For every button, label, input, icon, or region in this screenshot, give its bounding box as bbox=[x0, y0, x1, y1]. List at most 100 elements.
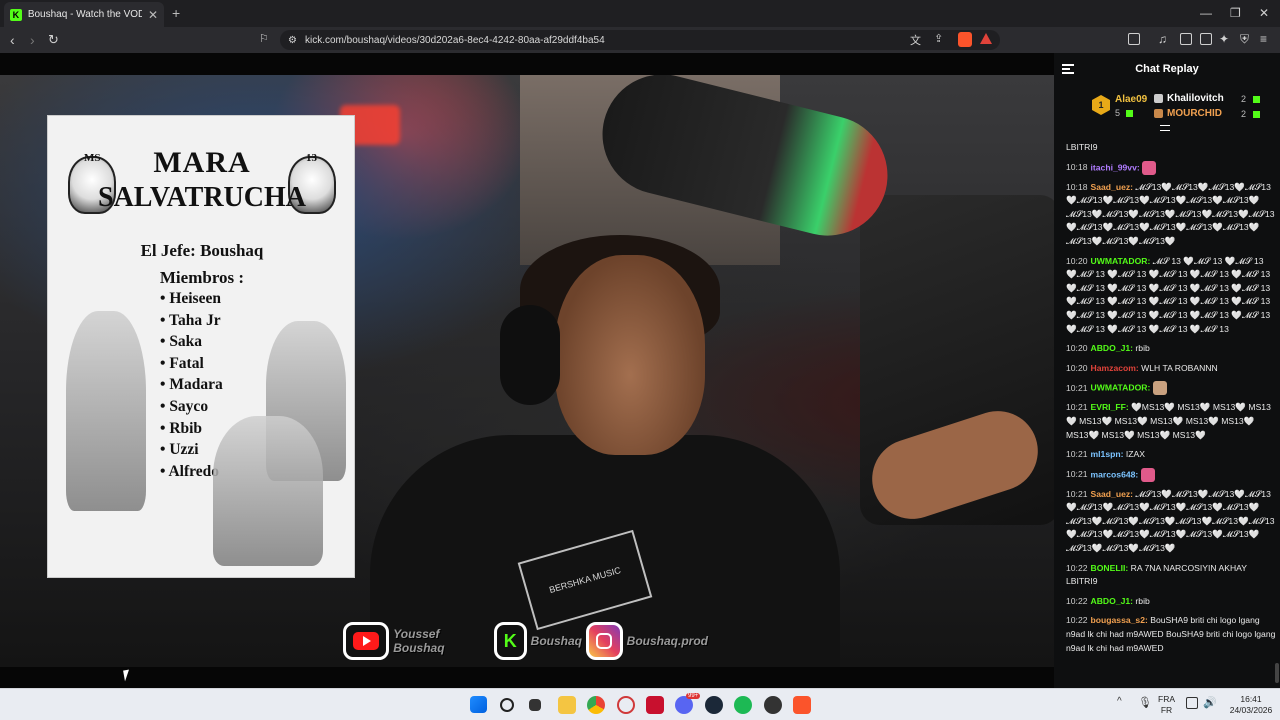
reload-icon[interactable]: ↻ bbox=[48, 32, 59, 48]
chat-title: Chat Replay bbox=[1135, 63, 1199, 75]
windows-start-icon[interactable] bbox=[470, 696, 487, 713]
leader-first-name[interactable]: Alae09 bbox=[1115, 94, 1147, 105]
message-username[interactable]: Hamzacom: bbox=[1091, 363, 1139, 373]
music-icon[interactable]: ♫ bbox=[1158, 32, 1167, 46]
network-icon[interactable] bbox=[1186, 697, 1198, 709]
leo-ai-icon[interactable]: ✦ bbox=[1219, 32, 1229, 46]
share-icon[interactable]: ⇪ bbox=[934, 32, 943, 45]
poster-members-heading: Miembros : bbox=[159, 268, 245, 287]
brave-icon[interactable] bbox=[793, 696, 811, 714]
expand-leaderboard-icon[interactable] bbox=[1160, 125, 1170, 131]
poster-boss-line: El Jefe: Boushaq bbox=[140, 241, 264, 260]
poster-title-line1: MARA bbox=[153, 146, 251, 179]
volume-icon[interactable]: 🔊 bbox=[1203, 696, 1217, 709]
windows-taskbar: 99+ ^ 🎙 FRA FR 🔊 16:41 24/03/2026 bbox=[0, 688, 1280, 720]
video-player[interactable]: BERSHKA MUSIC MS 13 MARA SALVATRUCHA El … bbox=[0, 75, 1054, 667]
sidebar-icon[interactable] bbox=[1180, 33, 1192, 45]
message-username[interactable]: ABDO_J1: bbox=[1091, 596, 1134, 606]
gang-poster-overlay: MS 13 MARA SALVATRUCHA El Jefe: Boushaq … bbox=[47, 115, 355, 578]
message-username[interactable]: EVRI_FF: bbox=[1091, 402, 1129, 412]
rank-badge-icon: 1 bbox=[1092, 95, 1110, 115]
gift-icon bbox=[1126, 110, 1133, 117]
minimize-icon[interactable]: — bbox=[1200, 6, 1212, 20]
message-time: 10:21 bbox=[1066, 468, 1088, 479]
close-window-icon[interactable]: ✕ bbox=[1259, 6, 1269, 20]
message-username[interactable]: UWMATADOR: bbox=[1091, 383, 1151, 393]
wallet-icon[interactable] bbox=[1200, 33, 1212, 45]
opera-icon[interactable] bbox=[617, 696, 635, 714]
leader-second-count: 2 bbox=[1241, 94, 1247, 104]
browser-tab-strip: K Boushaq - Watch the VOD on ✕ + — ❐ ✕ bbox=[0, 0, 1280, 27]
url-text: kick.com/boushaq/videos/30d202a6-8ec4-42… bbox=[304, 34, 605, 46]
message-username[interactable]: bougassa_s2: bbox=[1091, 615, 1148, 625]
social-overlay: Youssef Boushaq K Boushaq Boushaq.prod bbox=[343, 620, 708, 662]
leader-first-count: 5 bbox=[1115, 108, 1121, 118]
message-username[interactable]: Saad_uez: bbox=[1091, 182, 1134, 192]
steam-icon[interactable] bbox=[705, 696, 723, 714]
browser-nav-bar: ‹ › ↻ ⚐ ⚙ kick.com/boushaq/videos/30d202… bbox=[0, 27, 1280, 53]
translate-icon[interactable]: 文 bbox=[910, 32, 921, 48]
maximize-icon[interactable]: ❐ bbox=[1230, 6, 1241, 20]
message-time: 10:20 bbox=[1066, 343, 1088, 354]
language-indicator[interactable]: FRA FR bbox=[1158, 694, 1175, 716]
chat-messages: LBITRI9 10:18 itachi_99vv: 10:18 Saad_uez:… bbox=[1066, 141, 1276, 661]
video-bottom-letterbox bbox=[0, 667, 1054, 688]
task-view-icon[interactable] bbox=[529, 699, 541, 711]
browser-tab[interactable]: K Boushaq - Watch the VOD on ✕ bbox=[4, 2, 164, 27]
message-username[interactable]: Saad_uez: bbox=[1091, 489, 1134, 499]
spotify-icon[interactable] bbox=[734, 696, 752, 714]
chat-message: 10:20 ABDO_J1: rbib bbox=[1066, 342, 1276, 356]
chat-message: 10:21 marcos648: bbox=[1066, 467, 1276, 482]
emote-icon bbox=[1142, 160, 1157, 175]
adobe-icon[interactable] bbox=[646, 696, 664, 714]
microphone-icon[interactable]: 🎙 bbox=[1138, 696, 1152, 709]
clock[interactable]: 16:41 24/03/2026 bbox=[1226, 694, 1276, 716]
emote-icon bbox=[1140, 467, 1155, 482]
message-username[interactable]: ml1spn: bbox=[1091, 449, 1124, 459]
leader-third-count: 2 bbox=[1241, 109, 1247, 119]
message-text: WLH TA ROBANNN bbox=[1141, 362, 1218, 373]
file-explorer-icon[interactable] bbox=[558, 696, 576, 714]
chrome-icon[interactable] bbox=[587, 696, 605, 714]
message-text: rbib bbox=[1135, 595, 1150, 606]
close-tab-icon[interactable]: ✕ bbox=[148, 8, 158, 22]
message-username[interactable]: marcos648: bbox=[1091, 469, 1139, 479]
forward-icon[interactable]: › bbox=[30, 32, 35, 48]
message-username[interactable]: UWMATADOR: bbox=[1091, 256, 1151, 266]
tab-title: Boushaq - Watch the VOD on bbox=[27, 9, 142, 20]
message-text: IZAX bbox=[1125, 449, 1145, 460]
vpn-icon[interactable]: ⛨ bbox=[1240, 32, 1249, 47]
obs-icon[interactable] bbox=[764, 696, 782, 714]
message-time: 10:21 bbox=[1066, 382, 1088, 393]
message-username[interactable]: BONELII: bbox=[1091, 563, 1129, 573]
notification-badge: 99+ bbox=[686, 693, 701, 699]
message-username[interactable]: itachi_99vv: bbox=[1091, 162, 1140, 172]
chat-message: 10:21 EVRI_FF: 🤍MS13🤍 MS13🤍 MS13🤍 MS13🤍 M… bbox=[1066, 401, 1276, 442]
brave-shield-icon[interactable] bbox=[958, 32, 972, 47]
address-bar[interactable]: ⚙ kick.com/boushaq/videos/30d202a6-8ec4-… bbox=[280, 30, 1000, 50]
search-icon[interactable] bbox=[500, 698, 514, 712]
lang-bottom: FR bbox=[1160, 705, 1173, 715]
kick-logo-icon: K bbox=[493, 622, 527, 660]
message-username[interactable]: ABDO_J1: bbox=[1091, 343, 1134, 353]
lang-top: FRA bbox=[1158, 694, 1175, 704]
brave-rewards-icon[interactable] bbox=[980, 33, 992, 44]
chat-scrollbar[interactable] bbox=[1275, 663, 1279, 683]
leader-second-name[interactable]: Khalilovitch bbox=[1167, 93, 1224, 104]
site-info-icon[interactable]: ⚙ bbox=[288, 35, 297, 46]
leader-third-name[interactable]: MOURCHID bbox=[1167, 108, 1222, 119]
member-item: Heiseen bbox=[160, 288, 223, 310]
menu-icon[interactable]: ≡ bbox=[1260, 32, 1267, 46]
chat-message: 10:21 UWMATADOR: bbox=[1066, 381, 1276, 396]
tray-expand-icon[interactable]: ^ bbox=[1117, 696, 1122, 707]
member-item: Rbib bbox=[160, 418, 223, 440]
chat-header: Chat Replay bbox=[1054, 53, 1280, 85]
message-time: 10:21 bbox=[1066, 449, 1088, 460]
screenshot-icon[interactable] bbox=[1128, 33, 1140, 45]
bookmark-icon[interactable]: ⚐ bbox=[259, 32, 269, 45]
back-icon[interactable]: ‹ bbox=[10, 32, 15, 48]
chat-message: 10:21 ml1spn: IZAX bbox=[1066, 448, 1276, 462]
chat-message: 10:22 BONELII: RA 7NA NARCOSIYIN AKHAY LB… bbox=[1066, 562, 1276, 589]
new-tab-button[interactable]: + bbox=[172, 5, 180, 21]
gift-leaderboard: 1 Alae09 5 Khalilovitch 2 MOURCHID 2 bbox=[1054, 85, 1280, 131]
